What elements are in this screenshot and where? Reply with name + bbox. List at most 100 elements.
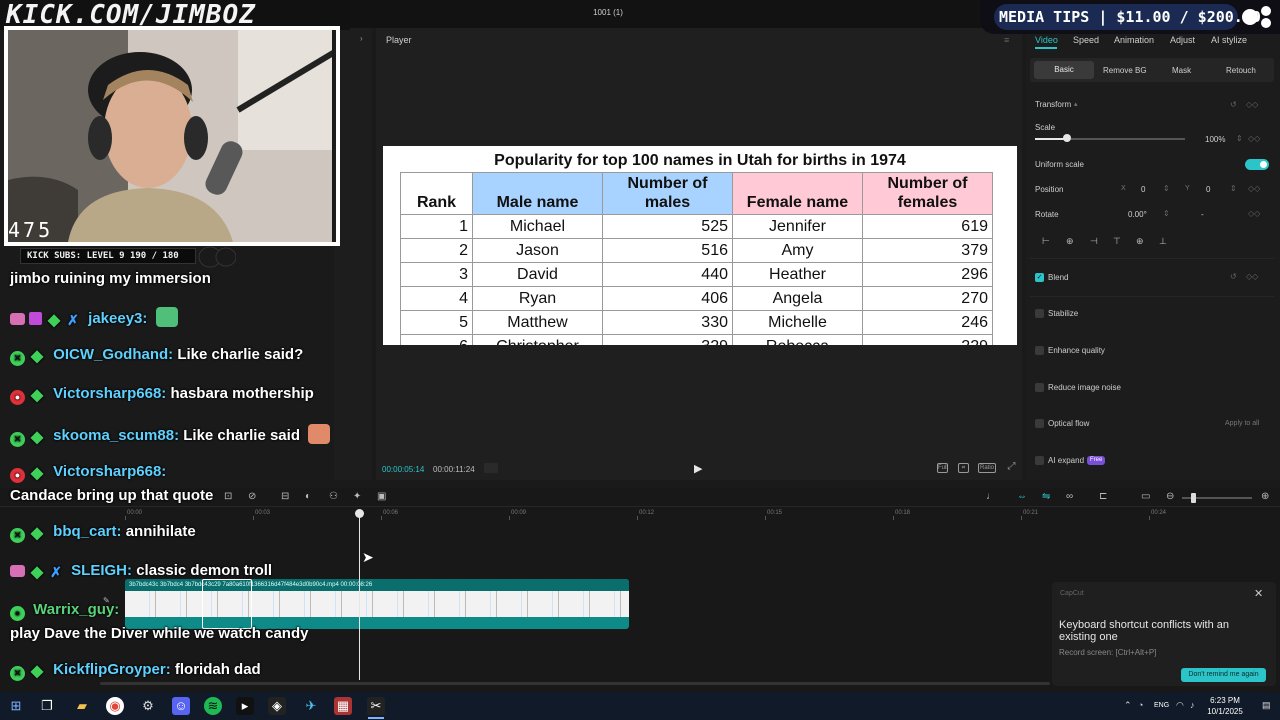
table-cell: Matthew — [472, 310, 603, 335]
steam-icon[interactable]: ⚙ — [139, 697, 157, 715]
player-menu-icon[interactable]: ≡ — [1004, 35, 1009, 45]
subtab-mask[interactable]: Mask — [1172, 66, 1191, 75]
reset-icon[interactable]: ↺ — [1230, 100, 1237, 109]
align-left-icon[interactable]: ⊢ — [1042, 236, 1050, 247]
scale-slider-thumb[interactable] — [1062, 134, 1071, 142]
apply-all-button[interactable]: Apply to all — [1225, 420, 1259, 427]
chat-username[interactable]: KickflipGroyper: — [53, 661, 171, 678]
tab-adjust[interactable]: Adjust — [1170, 35, 1195, 45]
discord-icon[interactable]: ☺ — [172, 697, 190, 715]
chat-username[interactable]: bbq_cart: — [53, 523, 121, 540]
chrome-icon[interactable]: ◉ — [106, 697, 124, 715]
microphone-icon[interactable]: ♩ — [986, 491, 996, 502]
tray-chevron-icon[interactable]: ⌃ — [1124, 700, 1132, 711]
reset-icon[interactable]: ↺ — [1230, 272, 1237, 281]
blend-checkbox[interactable]: ✓ — [1035, 273, 1044, 282]
chat-username[interactable]: SLEIGH: — [71, 562, 132, 579]
caption-icon[interactable]: ▣ — [377, 491, 386, 502]
tray-icon[interactable]: ◔ — [1138, 700, 1143, 710]
table-header: Male name — [472, 172, 603, 215]
stabilize-checkbox[interactable] — [1035, 309, 1044, 318]
caption-toggle-icon[interactable]: ▭ — [1141, 491, 1150, 502]
chat-username[interactable]: Warrix_guy: — [33, 601, 119, 618]
time-tick-label: 00:21 — [1023, 510, 1039, 516]
fullscreen-icon[interactable]: ⤢ — [1006, 462, 1017, 473]
align-right-icon[interactable]: ⊣ — [1090, 236, 1098, 247]
subtab-remove-bg[interactable]: Remove BG — [1103, 66, 1147, 75]
time-tick — [765, 516, 766, 520]
table-cell: 330 — [602, 310, 733, 335]
uniform-scale-toggle[interactable] — [1245, 159, 1269, 170]
ai-expand-checkbox[interactable] — [1035, 456, 1044, 465]
wifi-icon[interactable]: ◠ — [1176, 700, 1184, 711]
terminal-icon[interactable]: ▸ — [236, 697, 254, 715]
stepper-icon[interactable]: ⇕ — [1163, 209, 1170, 218]
ratio-button[interactable]: Ratio — [978, 463, 996, 473]
game-icon[interactable]: ▦ — [334, 697, 352, 715]
task-view-icon[interactable]: ❐ — [38, 697, 56, 715]
crop-icon[interactable]: ⌗ — [958, 463, 969, 473]
subtab-retouch[interactable]: Retouch — [1226, 66, 1256, 75]
chat-username[interactable]: Victorsharp668: — [53, 385, 166, 402]
tab-video[interactable]: Video — [1035, 35, 1058, 45]
volume-icon[interactable]: ♪ — [1190, 700, 1195, 710]
notification-icon[interactable]: ▤ — [1262, 700, 1271, 711]
keyframe-icon[interactable]: ◇◇ — [1248, 184, 1260, 193]
table-cell: Ryan — [472, 286, 603, 311]
language-indicator[interactable]: ENG — [1154, 702, 1169, 709]
snap-icon[interactable]: ⇋ — [1042, 491, 1050, 502]
start-icon[interactable]: ⊞ — [7, 697, 25, 715]
panel-collapse-icon[interactable]: › — [360, 34, 370, 46]
full-button[interactable]: Full — [937, 463, 948, 473]
align-bottom-icon[interactable]: ⊥ — [1159, 236, 1167, 247]
chain-icon[interactable]: ∞ — [1066, 491, 1073, 502]
chat-username[interactable]: skooma_scum88: — [53, 427, 179, 444]
subtab-basic[interactable]: Basic — [1034, 61, 1094, 79]
align-middle-icon[interactable]: ⊕ — [1136, 236, 1144, 247]
tab-speed[interactable]: Speed — [1073, 35, 1099, 45]
dont-remind-button[interactable]: Don't remind me again — [1181, 668, 1266, 682]
preview-axis-icon[interactable]: ⊏ — [1099, 491, 1107, 502]
zoom-slider-thumb[interactable] — [1191, 493, 1196, 503]
chat-username[interactable]: OICW_Godhand: — [53, 346, 173, 363]
stepper-icon[interactable]: ⇕ — [1163, 184, 1170, 193]
obs-icon[interactable]: ◈ — [268, 697, 286, 715]
rotate-field[interactable]: 0.00° — [1128, 210, 1147, 219]
collapse-icon[interactable]: ▴ — [1074, 100, 1078, 108]
table-row: 2 Jason 516 Amy 379 — [400, 238, 993, 263]
stepper-icon[interactable]: ⇕ — [1230, 184, 1237, 193]
zoom-out-icon[interactable]: ⊖ — [1166, 491, 1174, 502]
close-icon[interactable]: ✕ — [1254, 587, 1263, 600]
optical-flow-checkbox[interactable] — [1035, 419, 1044, 428]
noise-checkbox[interactable] — [1035, 383, 1044, 392]
enhance-checkbox[interactable] — [1035, 346, 1044, 355]
keyframe-icon[interactable]: ◇◇ — [1246, 100, 1258, 109]
align-top-icon[interactable]: ⊤ — [1113, 236, 1121, 247]
scale-value[interactable]: 100% — [1205, 135, 1225, 144]
position-x-field[interactable]: 0 — [1141, 185, 1145, 194]
align-center-icon[interactable]: ⊕ — [1066, 236, 1074, 247]
timecode-toggle[interactable] — [484, 463, 498, 473]
rotate-flip-field[interactable]: - — [1201, 210, 1204, 219]
file-explorer-icon[interactable]: ▰ — [73, 697, 91, 715]
keyframe-icon[interactable]: ◇◇ — [1246, 272, 1258, 281]
table-header: Number of females — [862, 172, 993, 215]
chat-username[interactable]: jakeey3: — [88, 310, 147, 327]
keyframe-icon[interactable]: ◇◇ — [1248, 209, 1260, 218]
keyframe-icon[interactable]: ◇◇ — [1248, 134, 1260, 143]
chat-username[interactable]: Victorsharp668: — [53, 463, 166, 480]
tab-ai-stylize[interactable]: AI stylize — [1211, 35, 1247, 45]
link-icon[interactable]: ⇔ — [1017, 491, 1027, 502]
spotify-icon[interactable]: ≋ — [204, 697, 222, 715]
position-y-field[interactable]: 0 — [1206, 185, 1210, 194]
moderator-badge-icon: ◆ — [30, 387, 44, 404]
capcut-icon[interactable]: ✂ — [367, 697, 385, 715]
clock[interactable]: 6:23 PM 10/1/2025 — [1206, 695, 1244, 717]
play-button[interactable]: ▶ — [694, 462, 702, 475]
clock-time: 6:23 PM — [1210, 696, 1240, 705]
tab-animation[interactable]: Animation — [1114, 35, 1154, 45]
stepper-icon[interactable]: ⇕ — [1236, 134, 1243, 143]
chat-message: play Dave the Diver while we watch candy — [10, 625, 308, 642]
app-icon[interactable]: ✈ — [302, 697, 320, 715]
zoom-in-icon[interactable]: ⊕ — [1261, 491, 1269, 502]
